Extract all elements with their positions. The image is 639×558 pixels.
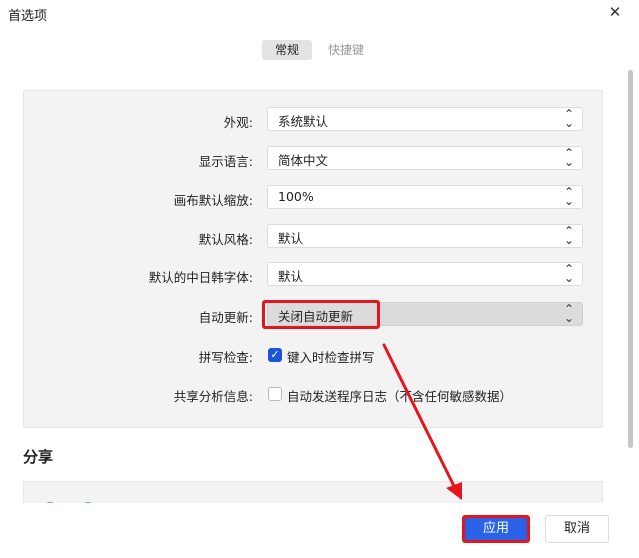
chevron-updown-icon: ⌃ ⌄ [563,262,574,285]
analytics-option: 自动发送程序日志（不含任何敏感数据） [287,389,513,404]
appearance-value: 系统默认 [278,114,329,129]
language-select[interactable]: 简体中文 ⌃ ⌄ [267,146,583,170]
cancel-button[interactable]: 取消 [545,515,609,543]
analytics-checkbox[interactable] [268,387,282,401]
zoom-label: 画布默认缩放: [173,193,253,208]
language-label: 显示语言: [198,154,253,169]
cjk-font-label: 默认的中日韩字体: [148,270,253,285]
tab-general[interactable]: 常规 [262,40,312,60]
appearance-label: 外观: [223,115,253,130]
spellcheck-checkbox[interactable]: ✓ [268,348,282,362]
language-value: 简体中文 [278,153,329,168]
tab-shortcuts[interactable]: 快捷键 [318,40,374,60]
style-select[interactable]: 默认 ⌃ ⌄ [267,224,583,248]
style-value: 默认 [278,231,304,246]
cjk-font-value: 默认 [278,269,304,284]
appearance-select[interactable]: 系统默认 ⌃ ⌄ [267,107,583,131]
spellcheck-option: 键入时检查拼写 [287,350,375,365]
zoom-select[interactable]: 100% ⌃ ⌄ [267,185,583,209]
zoom-value: 100% [278,189,314,204]
share-section-title: 分享 [23,448,54,466]
close-icon[interactable]: ✕ [606,2,624,22]
auto-update-label: 自动更新: [198,310,253,325]
style-label: 默认风格: [198,232,253,247]
apply-button[interactable]: 应用 [462,515,530,543]
chevron-updown-icon: ⌃ ⌄ [563,107,574,130]
chevron-updown-icon: ⌃ ⌄ [563,185,574,208]
cjk-font-select[interactable]: 默认 ⌃ ⌄ [267,262,583,286]
general-settings-panel [23,90,603,428]
chevron-updown-icon: ⌃ ⌄ [563,224,574,247]
window-title: 首选项 [8,9,48,24]
check-icon: ✓ [270,348,280,361]
annotation-highlight-box [262,300,380,329]
title-bar: 首选项 ✕ [0,0,639,26]
chevron-updown-icon: ⌃ ⌄ [563,302,574,325]
scrollbar[interactable] [628,70,633,448]
spellcheck-label: 拼写检查: [198,350,253,365]
chevron-updown-icon: ⌃ ⌄ [563,146,574,169]
dialog-footer [0,503,639,558]
analytics-label: 共享分析信息: [173,389,253,404]
tab-bar: 常规 快捷键 [0,38,639,64]
